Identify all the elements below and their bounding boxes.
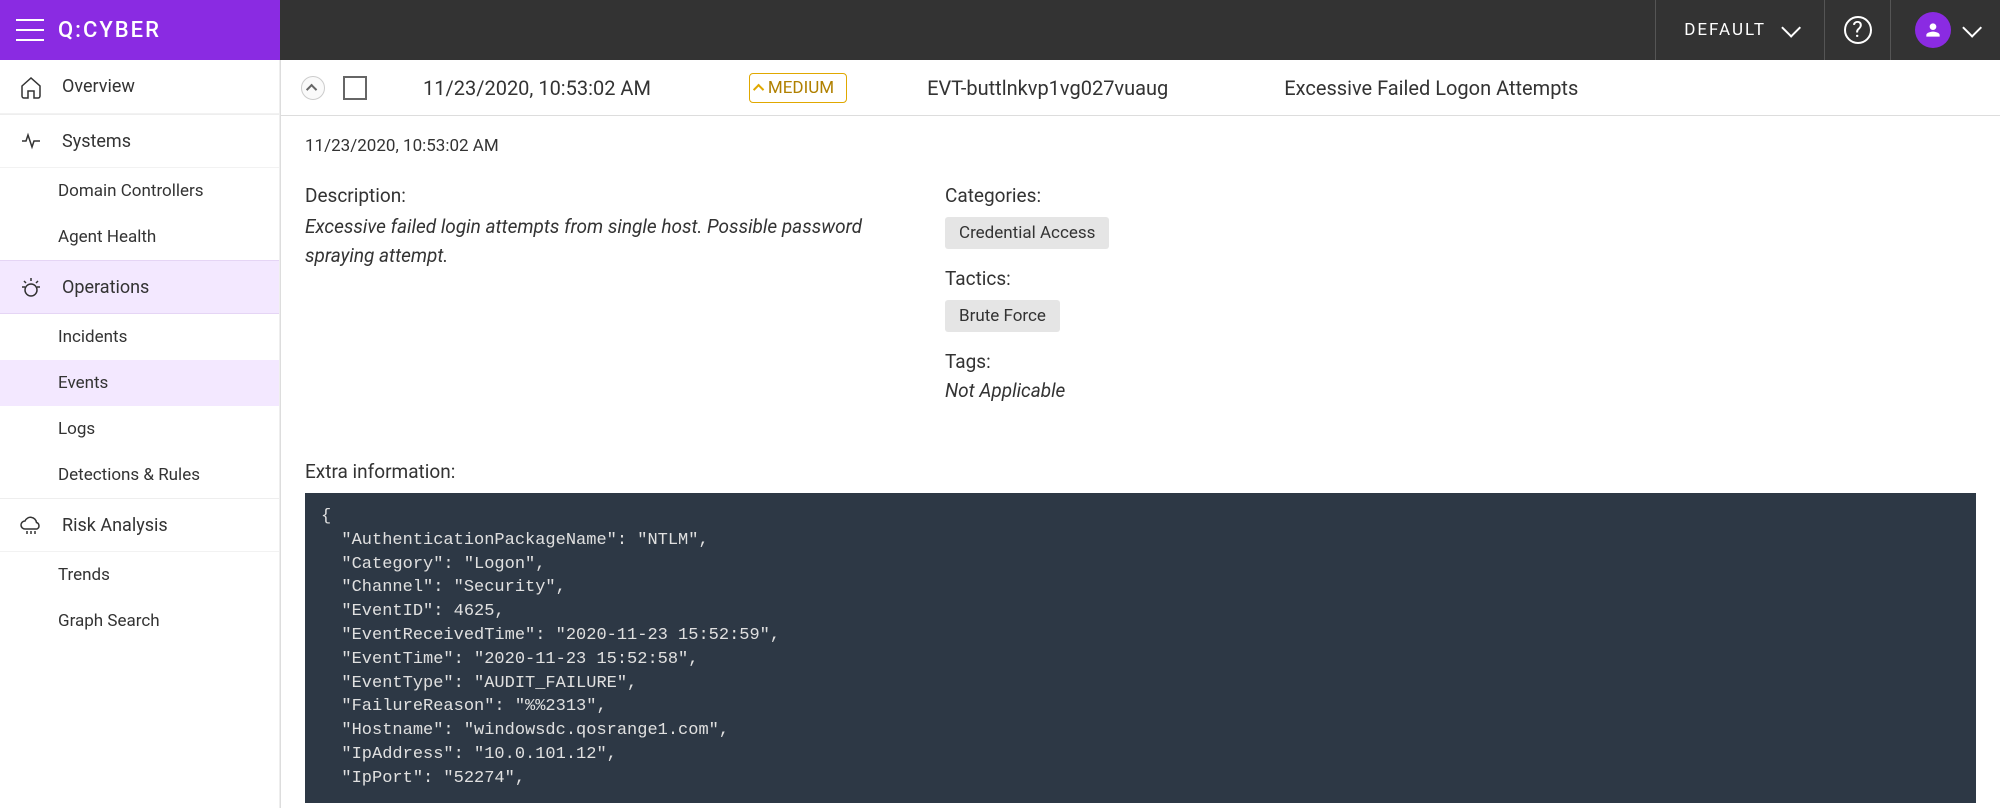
sidebar-item-risk-analysis[interactable]: Risk Analysis [0,498,279,552]
sidebar-item-operations[interactable]: Operations [0,260,279,314]
chevron-up-icon [306,83,317,94]
tags-label: Tags: [945,350,1976,373]
sidebar-item-label: Logs [58,419,95,439]
select-checkbox[interactable] [343,76,367,100]
event-timestamp-detail: 11/23/2020, 10:53:02 AM [305,136,1976,156]
sidebar-item-overview[interactable]: Overview [0,60,279,114]
event-body: 11/23/2020, 10:53:02 AM Description: Exc… [281,116,2000,808]
event-timestamp: 11/23/2020, 10:53:02 AM [423,76,651,100]
main-content: 11/23/2020, 10:53:02 AM MEDIUM EVT-buttl… [280,60,2000,808]
cloud-icon [18,512,44,538]
user-menu[interactable] [1890,0,2000,60]
sidebar-item-label: Domain Controllers [58,181,204,201]
sidebar-item-label: Operations [62,277,149,298]
description-label: Description: [305,184,905,207]
chevron-up-icon [753,83,764,94]
sidebar-item-logs[interactable]: Logs [0,406,279,452]
topbar: Q:CYBER DEFAULT ? [0,0,2000,60]
sidebar-item-label: Detections & Rules [58,465,200,485]
sidebar-item-label: Incidents [58,327,127,347]
severity-badge: MEDIUM [749,73,847,103]
help-button[interactable]: ? [1824,0,1890,60]
sidebar-item-label: Agent Health [58,227,156,247]
help-icon: ? [1844,16,1872,44]
sidebar-item-events[interactable]: Events [0,360,279,406]
categories-label: Categories: [945,184,1976,207]
extra-info-label: Extra information: [305,460,1976,483]
tenant-label: DEFAULT [1684,20,1766,40]
sidebar-item-label: Overview [62,76,135,97]
sidebar-item-agent-health[interactable]: Agent Health [0,214,279,260]
severity-label: MEDIUM [768,78,834,98]
chevron-down-icon [1962,18,1982,38]
extra-info-json: { "AuthenticationPackageName": "NTLM", "… [305,493,1976,803]
user-icon [1923,20,1943,40]
sidebar-item-domain-controllers[interactable]: Domain Controllers [0,168,279,214]
description-text: Excessive failed login attempts from sin… [305,213,905,270]
event-title: Excessive Failed Logon Attempts [1284,76,1578,100]
logo: Q:CYBER [58,18,161,43]
tactic-chip[interactable]: Brute Force [945,300,1060,332]
event-id: EVT-buttlnkvp1vg027vuaug [927,76,1168,100]
event-header-row: 11/23/2020, 10:53:02 AM MEDIUM EVT-buttl… [281,60,2000,116]
hamburger-menu[interactable] [16,19,44,41]
sidebar-item-label: Events [58,373,108,393]
sidebar-item-label: Risk Analysis [62,515,168,536]
home-icon [18,74,44,100]
sidebar-item-label: Graph Search [58,611,160,631]
chevron-down-icon [1781,18,1801,38]
sidebar-item-trends[interactable]: Trends [0,552,279,598]
category-chip[interactable]: Credential Access [945,217,1109,249]
sidebar-item-detections[interactable]: Detections & Rules [0,452,279,498]
alert-icon [18,274,44,300]
sidebar: Overview Systems Domain Controllers Agen… [0,60,280,808]
sidebar-item-systems[interactable]: Systems [0,114,279,168]
tenant-selector[interactable]: DEFAULT [1655,0,1824,60]
sidebar-item-label: Systems [62,131,131,152]
heartbeat-icon [18,128,44,154]
sidebar-item-label: Trends [58,565,110,585]
avatar [1915,12,1951,48]
collapse-button[interactable] [301,76,325,100]
tactics-label: Tactics: [945,267,1976,290]
brand-area: Q:CYBER [0,0,280,60]
sidebar-item-incidents[interactable]: Incidents [0,314,279,360]
sidebar-item-graph-search[interactable]: Graph Search [0,598,279,644]
tags-value: Not Applicable [945,379,1976,402]
